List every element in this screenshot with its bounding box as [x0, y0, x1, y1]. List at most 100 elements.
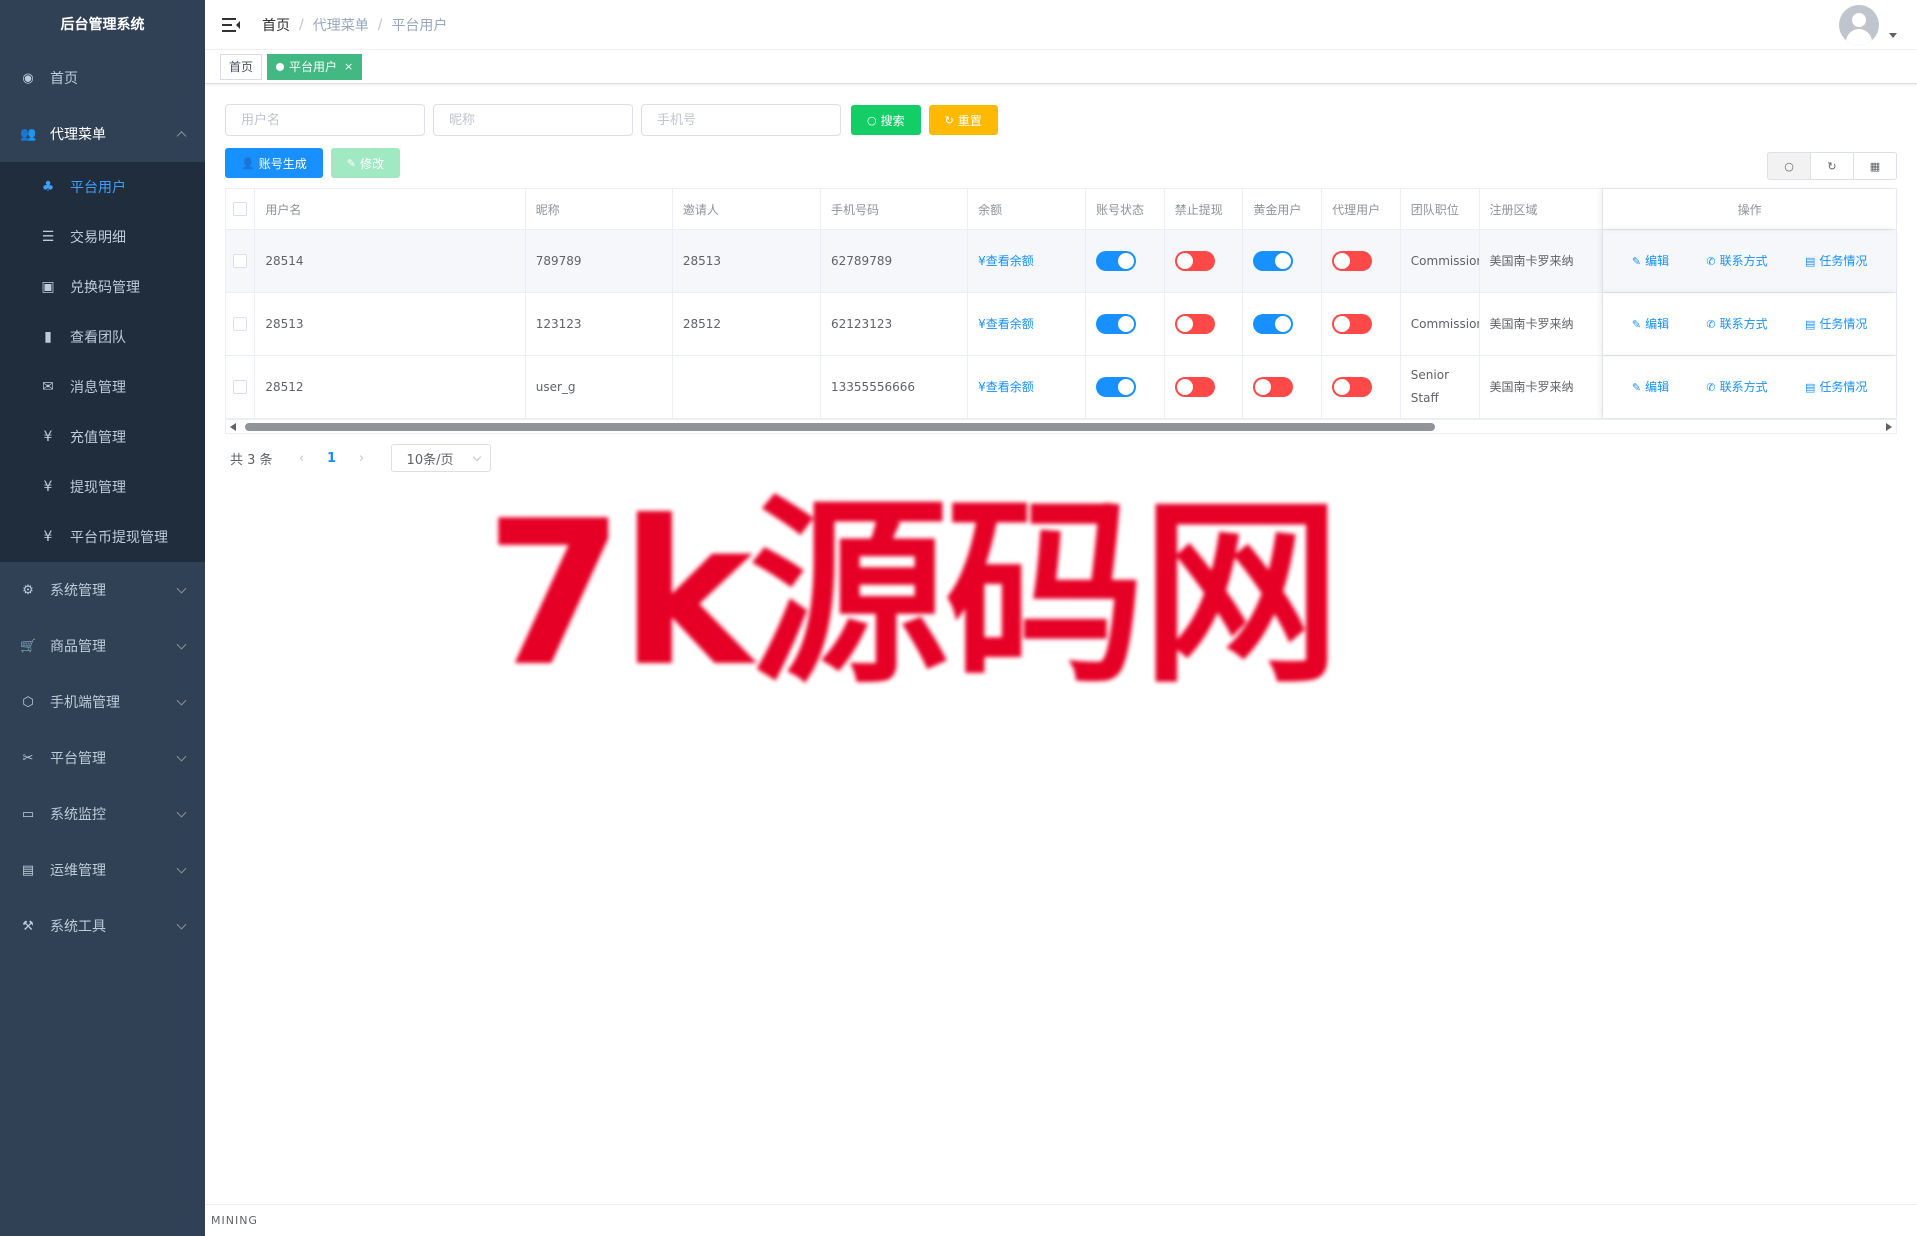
task-status-link[interactable]: ▤ 任务情况	[1805, 376, 1867, 399]
cell-phone: 62789789	[821, 230, 969, 292]
no-withdraw-switch[interactable]	[1174, 314, 1215, 334]
username-input[interactable]	[225, 104, 425, 136]
account-status-switch[interactable]	[1095, 314, 1136, 334]
sidebar-item-1[interactable]: 👥 代理菜单	[0, 106, 205, 162]
wrench-icon: ⚒	[22, 918, 34, 934]
sidebar-subitem-5[interactable]: ¥ 充值管理	[0, 412, 205, 462]
header-nickname[interactable]: 昵称	[526, 189, 673, 229]
clipboard-icon: ▤	[1804, 380, 1816, 394]
nickname-input[interactable]	[433, 104, 633, 136]
view-balance-link[interactable]: ¥查看余额	[978, 376, 1034, 399]
close-icon[interactable]: ×	[344, 55, 353, 79]
cell-nickname: user_g	[526, 356, 673, 418]
view-balance-link[interactable]: ¥查看余额	[978, 313, 1034, 336]
contact-link[interactable]: ✆ 联系方式	[1706, 376, 1767, 399]
agent-user-switch[interactable]	[1332, 314, 1373, 334]
chevron-down-icon	[176, 695, 187, 706]
cell-no-withdraw-switch	[1165, 356, 1244, 418]
caret-down-icon[interactable]	[1889, 33, 1897, 38]
row-checkbox[interactable]	[233, 380, 248, 394]
toolbar: 👤 账号生成 ✎ 修改 ○ ↻ ▦	[225, 148, 1897, 180]
sidebar-subitem-6[interactable]: ¥ 提现管理	[0, 462, 205, 512]
no-withdraw-switch[interactable]	[1174, 377, 1215, 397]
no-withdraw-switch[interactable]	[1174, 251, 1215, 271]
breadcrumb-home[interactable]: 首页	[262, 15, 290, 35]
header-username[interactable]: 用户名	[255, 189, 526, 229]
header-account-status[interactable]: 账号状态	[1086, 189, 1165, 229]
sidebar-subitem-label: 交易明细	[70, 230, 126, 246]
sidebar-item-6[interactable]: ▭ 系统监控	[0, 786, 205, 842]
row-checkbox[interactable]	[233, 254, 248, 268]
user-icon: 👤	[241, 156, 255, 170]
scroll-right-icon[interactable]	[1886, 423, 1892, 431]
task-status-link[interactable]: ▤ 任务情况	[1805, 313, 1867, 336]
phone-input[interactable]	[641, 104, 841, 136]
header-region[interactable]: 注册区域	[1480, 189, 1604, 229]
view-balance-link[interactable]: ¥查看余额	[978, 250, 1034, 273]
task-status-link-label: 任务情况	[1819, 379, 1868, 394]
page-number[interactable]: 1	[317, 451, 347, 466]
row-actions: ✎ 编辑 ✆ 联系方式 ▤ 任务情况	[1613, 250, 1886, 273]
contact-link[interactable]: ✆ 联系方式	[1706, 250, 1767, 273]
generate-account-button[interactable]: 👤 账号生成	[225, 148, 323, 178]
sidebar-subitem-7[interactable]: ¥ 平台币提现管理	[0, 512, 205, 562]
header-no-withdraw[interactable]: 禁止提现	[1165, 189, 1244, 229]
toggle-search-button[interactable]: ○	[1767, 152, 1811, 180]
tag-platform-users[interactable]: 平台用户 ×	[267, 53, 363, 80]
reset-button[interactable]: ↻ 重置	[928, 105, 998, 135]
header-inviter[interactable]: 邀请人	[673, 189, 822, 229]
agent-user-switch[interactable]	[1332, 251, 1373, 271]
sidebar-item-0[interactable]: ◉ 首页	[0, 50, 205, 106]
task-status-link[interactable]: ▤ 任务情况	[1805, 250, 1867, 273]
row-checkbox[interactable]	[233, 317, 248, 331]
prev-page-icon[interactable]: ‹	[287, 451, 317, 466]
search-button[interactable]: ○ 搜索	[851, 105, 921, 135]
switch-knob	[1117, 316, 1134, 332]
sidebar-item-2[interactable]: ⚙ 系统管理	[0, 562, 205, 618]
scrollbar-thumb[interactable]	[245, 423, 1435, 431]
header-balance[interactable]: 余额	[968, 189, 1086, 229]
sidebar-item-8[interactable]: ⚒ 系统工具	[0, 898, 205, 954]
sidebar-subitem-1[interactable]: ☰ 交易明细	[0, 212, 205, 262]
gold-user-switch[interactable]	[1253, 251, 1294, 271]
account-status-switch[interactable]	[1095, 251, 1136, 271]
chevron-down-icon	[176, 807, 187, 818]
columns-button[interactable]: ▦	[1853, 152, 1897, 180]
header-agent-user[interactable]: 代理用户	[1322, 189, 1401, 229]
switch-knob	[1255, 379, 1272, 395]
sidebar-item-7[interactable]: ▤ 运维管理	[0, 842, 205, 898]
edit-link[interactable]: ✎ 编辑	[1632, 376, 1669, 399]
submenu: ♣ 平台用户 ☰ 交易明细 ▣ 兑换码管理 ▮ 查看团队 ✉ 消息管理 ¥ 充值管理 ¥ 提现管理 ¥ 平台币…	[0, 162, 205, 562]
tag-home[interactable]: 首页	[220, 53, 263, 80]
hamburger-icon[interactable]	[222, 17, 240, 32]
next-page-icon[interactable]: ›	[347, 451, 377, 466]
gold-user-switch[interactable]	[1253, 377, 1294, 397]
header-team-position[interactable]: 团队职位	[1401, 189, 1480, 229]
edit-link[interactable]: ✎ 编辑	[1632, 250, 1669, 273]
gold-user-switch[interactable]	[1253, 314, 1294, 334]
refresh-button[interactable]: ↻	[1810, 152, 1854, 180]
page-size-select[interactable]: 10条/页	[390, 444, 491, 472]
cell-balance: ¥查看余额	[968, 230, 1086, 292]
sidebar-subitem-2[interactable]: ▣ 兑换码管理	[0, 262, 205, 312]
sidebar-subitem-3[interactable]: ▮ 查看团队	[0, 312, 205, 362]
scroll-left-icon[interactable]	[230, 423, 236, 431]
sidebar-item-4[interactable]: ⬡ 手机端管理	[0, 674, 205, 730]
sidebar-item-3[interactable]: 🛒 商品管理	[0, 618, 205, 674]
edit-link[interactable]: ✎ 编辑	[1632, 313, 1669, 336]
sidebar-item-5[interactable]: ✂ 平台管理	[0, 730, 205, 786]
header-checkbox-cell	[226, 189, 256, 229]
agent-user-switch[interactable]	[1332, 377, 1373, 397]
horizontal-scrollbar[interactable]	[226, 419, 1896, 433]
account-status-switch[interactable]	[1095, 377, 1136, 397]
sidebar-subitem-4[interactable]: ✉ 消息管理	[0, 362, 205, 412]
yen-icon: ¥	[43, 529, 53, 545]
header-gold-user[interactable]: 黄金用户	[1243, 189, 1323, 229]
switch-knob	[1176, 379, 1193, 395]
avatar[interactable]	[1839, 5, 1879, 45]
edit-button[interactable]: ✎ 修改	[330, 148, 400, 178]
contact-link[interactable]: ✆ 联系方式	[1706, 313, 1767, 336]
header-phone[interactable]: 手机号码	[821, 189, 969, 229]
sidebar-subitem-0[interactable]: ♣ 平台用户	[0, 162, 205, 212]
select-all-checkbox[interactable]	[233, 202, 248, 216]
